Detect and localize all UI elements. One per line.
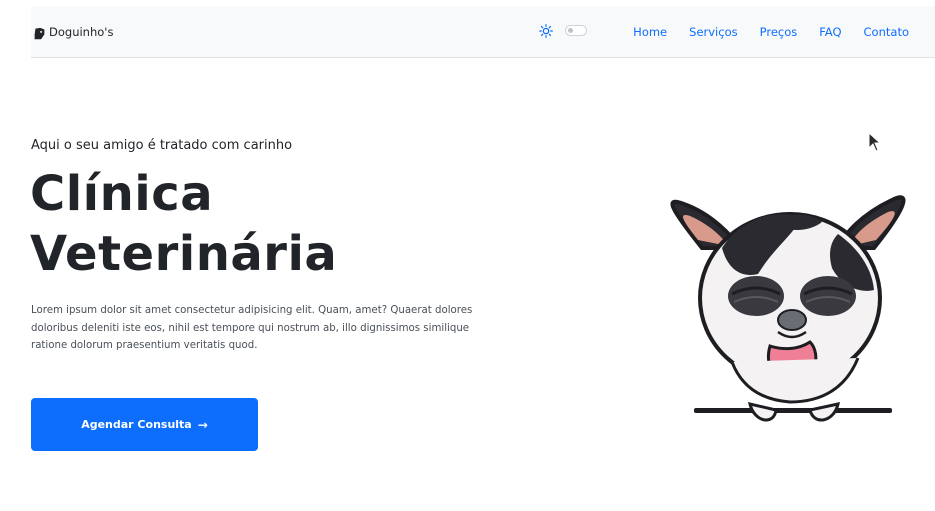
theme-toggle[interactable]: [565, 24, 587, 36]
nav-link-faq[interactable]: FAQ: [819, 25, 841, 39]
hero-description: Lorem ipsum dolor sit amet consectetur a…: [31, 305, 473, 351]
dog-illustration: [670, 195, 906, 422]
nav-link-servicos[interactable]: Serviços: [689, 25, 737, 39]
theme-switcher: [539, 23, 587, 38]
dog-logo-icon: [33, 25, 46, 40]
brand-name: Doguinho's: [49, 24, 114, 39]
nav-link-contato[interactable]: Contato: [864, 25, 909, 39]
nav-link-home[interactable]: Home: [633, 25, 667, 39]
mouse-cursor-icon: [868, 132, 882, 152]
arrow-right-icon: →: [197, 417, 208, 432]
brand-link[interactable]: Doguinho's: [33, 24, 114, 40]
nav-link-precos[interactable]: Preços: [760, 25, 798, 39]
navbar: Doguinho's Home Serviços Preços FAQ Cont…: [31, 6, 935, 58]
sun-icon: [539, 23, 553, 38]
nav-links: Home Serviços Preços FAQ Contato: [633, 6, 909, 58]
schedule-appointment-button[interactable]: Agendar Consulta →: [31, 398, 258, 451]
hero-subtitle: Aqui o seu amigo é tratado com carinho: [31, 138, 293, 153]
cta-label: Agendar Consulta: [81, 418, 192, 431]
hero-title: Clínica Veterinária: [30, 166, 338, 282]
